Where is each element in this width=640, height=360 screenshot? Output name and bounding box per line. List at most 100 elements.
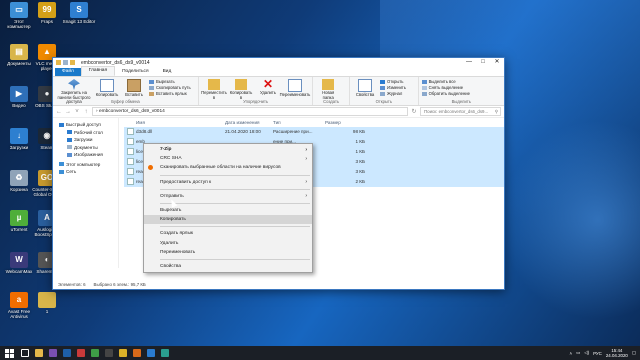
context-menu-item[interactable]: Свойства: [144, 262, 312, 271]
taskbar-app-photoshop[interactable]: [60, 346, 74, 360]
desktop-icon-item[interactable]: S Snagit 13 Editor: [62, 2, 96, 24]
group-label-create: Создать: [323, 99, 340, 104]
menu-item-label: Удалить: [160, 240, 179, 246]
tab-share[interactable]: Поделиться: [115, 68, 156, 76]
nav-this-pc[interactable]: Этот компьютер: [53, 161, 118, 169]
nav-network[interactable]: Сеть: [53, 168, 118, 176]
cut-button[interactable]: Вырезать: [149, 79, 191, 84]
taskbar-app-chrome[interactable]: [116, 346, 130, 360]
file-size: 2 КБ: [355, 179, 365, 185]
quick-access-toolbar: [56, 60, 75, 65]
context-menu-item[interactable]: Вырезать: [144, 206, 312, 215]
paste-icon: [127, 79, 141, 92]
desktop-icon-item[interactable]: 1: [30, 292, 64, 314]
context-menu-item[interactable]: Предоставить доступ к ›: [144, 178, 312, 187]
computer-icon: [59, 162, 64, 167]
history-icon: [380, 91, 386, 96]
nav-pictures[interactable]: Изображения: [53, 151, 118, 159]
file-row[interactable]: d3d8.dll 21.04.2020 18:00 Расширение при..…: [124, 127, 504, 137]
taskbar-app-app-blue[interactable]: [144, 346, 158, 360]
menu-item-label: Сканировать выбранные области на наличие…: [160, 165, 281, 171]
desktop-icon-item[interactable]: 99 Fraps: [30, 2, 64, 24]
taskbar-app-app-teal[interactable]: [158, 346, 172, 360]
paste-shortcut-button[interactable]: Вставить ярлык: [149, 91, 191, 96]
column-date[interactable]: Дата изменения: [225, 120, 273, 125]
clock[interactable]: 15:44 24.04.2020: [606, 348, 628, 358]
taskbar-app-file-explorer[interactable]: [32, 346, 46, 360]
up-arrow-icon[interactable]: ↑: [83, 109, 89, 115]
select-none-button[interactable]: Снять выделение: [421, 85, 470, 90]
notifications-icon[interactable]: ▢: [632, 350, 636, 356]
tab-home[interactable]: Главная: [80, 66, 116, 76]
context-menu-item[interactable]: Копировать: [144, 215, 312, 225]
app-black-icon: [105, 349, 113, 357]
menu-separator: [160, 258, 310, 260]
chevron-up-icon[interactable]: ˄: [569, 351, 572, 356]
context-menu-item[interactable]: 7-Zip ›: [144, 145, 312, 154]
column-headers: Имя Дата изменения Тип Размер: [124, 118, 504, 127]
taskbar-app-app-red[interactable]: [74, 346, 88, 360]
selection-info: Выбрано 6 элем.: 95,7 КБ: [93, 282, 146, 287]
forward-arrow-icon[interactable]: →: [65, 109, 71, 115]
invert-selection-button[interactable]: Обратить выделение: [421, 91, 470, 96]
new-folder-icon[interactable]: [70, 60, 75, 65]
item-count: Элементов: 6: [58, 282, 86, 287]
menu-item-label: Предоставить доступ к: [160, 179, 212, 185]
search-input[interactable]: Поиск: embconvertor_ds6_ds9... ⚲: [420, 107, 501, 116]
minimize-button[interactable]: —: [462, 58, 476, 67]
taskbar-app-app-orange[interactable]: [130, 346, 144, 360]
taskbar-app-app-black[interactable]: [102, 346, 116, 360]
nav-documents[interactable]: Документы: [53, 144, 118, 152]
app-teal-icon: [161, 349, 169, 357]
app-icon: ▤: [10, 44, 28, 60]
taskbar-app-app-green[interactable]: [88, 346, 102, 360]
network-icon[interactable]: ▭: [576, 350, 580, 356]
group-create: Новая папка Создать: [313, 77, 351, 105]
chevron-down-icon[interactable]: ˅: [74, 109, 80, 115]
tab-view[interactable]: Вид: [156, 68, 179, 76]
task-view-button[interactable]: [18, 346, 32, 360]
select-all-icon: [421, 79, 427, 84]
address-path[interactable]: › embconvertor_ds6_ds9_v0014: [92, 107, 408, 116]
nav-downloads[interactable]: Загрузки: [53, 136, 118, 144]
context-menu-item[interactable]: Переименовать: [144, 248, 312, 257]
copy-path-button[interactable]: Скопировать путь: [149, 85, 191, 90]
context-menu-item[interactable]: CRC SHA ›: [144, 154, 312, 163]
history-button[interactable]: Журнал: [380, 91, 406, 96]
file-size: 1 КБ: [355, 149, 365, 155]
open-button[interactable]: Открыть: [380, 79, 406, 84]
tab-file[interactable]: Файл: [55, 68, 81, 76]
file-type: Расширение при...: [273, 129, 313, 135]
context-menu-item[interactable]: Удалить: [144, 239, 312, 248]
app-icon: 99: [38, 2, 56, 18]
properties-icon[interactable]: [63, 60, 68, 65]
context-menu-item[interactable]: Создать ярлык: [144, 229, 312, 238]
edit-button[interactable]: Изменить: [380, 85, 406, 90]
app-icon: a: [10, 292, 28, 308]
close-button[interactable]: ✕: [490, 58, 504, 67]
status-bar: Элементов: 6 Выбрано 6 элем.: 95,7 КБ: [53, 280, 504, 289]
app-icon: W: [10, 252, 28, 268]
back-arrow-icon[interactable]: ←: [56, 109, 62, 115]
submenu-arrow-icon: ›: [305, 146, 307, 153]
taskbar-app-app-purple[interactable]: [46, 346, 60, 360]
star-icon: [59, 122, 64, 127]
nav-desktop[interactable]: Рабочий стол: [53, 129, 118, 137]
group-label-organize: Упорядочить: [243, 99, 269, 104]
column-type[interactable]: Тип: [273, 120, 321, 125]
context-menu-item[interactable]: Сканировать выбранные области на наличие…: [144, 163, 312, 172]
select-all-button[interactable]: Выделить все: [421, 79, 470, 84]
start-button[interactable]: [0, 346, 18, 360]
app-purple-icon: [49, 349, 57, 357]
file-size: 3 КБ: [355, 159, 365, 165]
refresh-icon[interactable]: ↻: [411, 108, 417, 115]
nav-quick-access[interactable]: Быстрый доступ: [53, 121, 118, 129]
column-name[interactable]: Имя: [124, 120, 225, 125]
clock-date: 24.04.2020: [605, 353, 628, 358]
language-indicator[interactable]: РУС: [593, 351, 602, 356]
volume-icon[interactable]: ◁): [584, 350, 589, 356]
column-size[interactable]: Размер: [321, 120, 373, 125]
title-bar[interactable]: embconvertor_ds6_ds9_v0014 — □ ✕: [53, 58, 504, 67]
maximize-button[interactable]: □: [476, 58, 490, 67]
file-icon: [127, 148, 134, 156]
